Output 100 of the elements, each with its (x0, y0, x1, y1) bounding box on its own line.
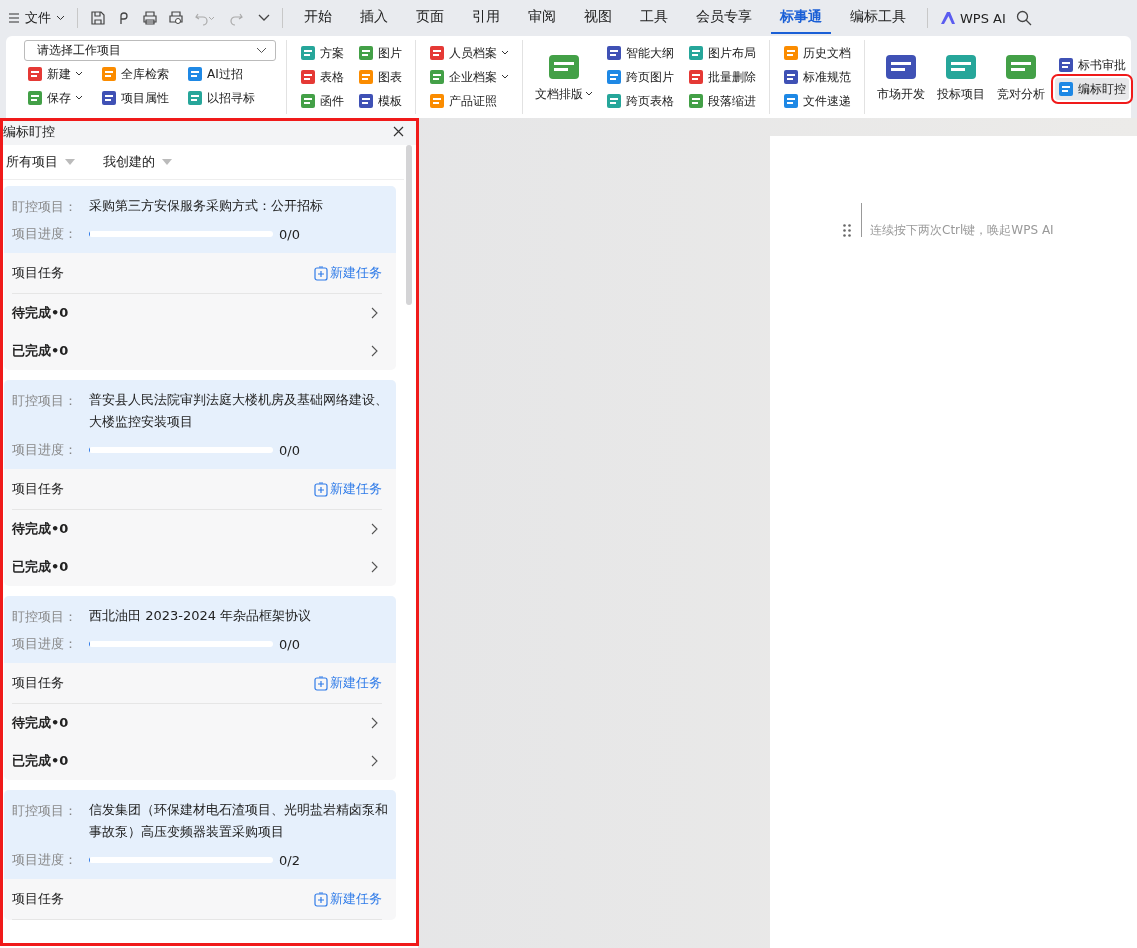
ribbon-button[interactable]: 市场开发 (875, 49, 927, 105)
ribbon-tab[interactable]: 开始 (295, 2, 341, 34)
field-label: 项目进度： (12, 635, 78, 653)
chevron-icon (371, 307, 378, 319)
menu-icon (8, 12, 20, 24)
ribbon-button[interactable]: 跨页表格 (603, 90, 677, 112)
file-menu[interactable]: 文件 (8, 9, 65, 27)
drag-handle-icon[interactable] (843, 223, 851, 237)
tool-icon (429, 69, 445, 85)
tool-icon (606, 93, 622, 109)
ribbon-button[interactable]: 新建 (24, 63, 86, 85)
tool-icon (429, 45, 445, 61)
plus-icon (314, 891, 328, 907)
ribbon-button[interactable]: 以招寻标 (184, 87, 258, 109)
status-row[interactable]: 待完成•0 (12, 294, 382, 332)
status-label: 待完成•0 (12, 714, 69, 732)
ribbon-button[interactable]: 图表 (355, 66, 405, 88)
ribbon-button[interactable]: 产品证照 (426, 90, 512, 112)
ribbon-button[interactable]: AI过招 (184, 63, 258, 85)
caret-icon (75, 71, 83, 77)
new-task-link[interactable]: 新建任务 (314, 674, 382, 692)
ribbon-button[interactable]: 智能大纲 (603, 42, 677, 64)
status-row[interactable]: 已完成•0 (12, 742, 382, 780)
tool-icon (300, 45, 316, 61)
status-row[interactable]: 待完成•0 (12, 704, 382, 742)
ribbon-button[interactable]: 人员档案 (426, 42, 512, 64)
tool-icon (1058, 57, 1074, 73)
tool-icon (27, 90, 43, 106)
ribbon-tab[interactable]: 工具 (631, 2, 677, 34)
status-row[interactable]: 已完成•0 (12, 548, 382, 586)
progress-count: 0/0 (279, 226, 300, 242)
ribbon-button[interactable]: 文件速递 (780, 90, 854, 112)
ribbon-button[interactable]: 表格 (297, 66, 347, 88)
ribbon-button[interactable]: 方案 (297, 42, 347, 64)
ribbon-tab[interactable]: 编标工具 (841, 2, 915, 34)
tool-icon (783, 93, 799, 109)
search-icon[interactable] (1015, 10, 1032, 26)
ribbon-button[interactable]: 段落缩进 (685, 90, 759, 112)
tool-icon (101, 66, 117, 82)
new-task-link[interactable]: 新建任务 (314, 264, 382, 282)
tool-icon (300, 69, 316, 85)
caret-icon[interactable] (258, 14, 270, 22)
ribbon-button[interactable]: 图片 (355, 42, 405, 64)
print-preview-icon[interactable] (168, 10, 184, 26)
tool-icon (358, 69, 374, 85)
ribbon-tab[interactable]: 视图 (575, 2, 621, 34)
ribbon-button[interactable]: 标准规范 (780, 66, 854, 88)
close-icon[interactable] (393, 126, 404, 137)
caret-icon (65, 159, 75, 165)
tool-icon (1058, 81, 1074, 97)
field-label: 盯控项目： (12, 802, 78, 820)
ribbon-tab[interactable]: 引用 (463, 2, 509, 34)
chevron-icon (371, 561, 378, 573)
status-row[interactable]: 已完成•0 (12, 332, 382, 370)
new-task-link[interactable]: 新建任务 (314, 480, 382, 498)
ribbon-tab[interactable]: 插入 (351, 2, 397, 34)
ribbon-button[interactable]: 全库检索 (98, 63, 172, 85)
caret-icon (75, 95, 83, 101)
ribbon-button[interactable]: 跨页图片 (603, 66, 677, 88)
caret-icon (501, 50, 509, 56)
tool-icon (358, 45, 374, 61)
status-row[interactable]: 待完成•0 (12, 510, 382, 548)
tool-icon (429, 93, 445, 109)
project-select[interactable]: 请选择工作项目 (24, 40, 276, 61)
ribbon-button[interactable]: 竞对分析 (995, 49, 1047, 105)
ribbon-button[interactable]: 函件 (297, 90, 347, 112)
caret-icon (501, 74, 509, 80)
ribbon-button[interactable]: 企业档案 (426, 66, 512, 88)
ribbon-button[interactable]: 模板 (355, 90, 405, 112)
field-label: 项目进度： (12, 851, 78, 869)
ribbon-button[interactable]: 项目属性 (98, 87, 172, 109)
project-name: 西北油田 2023-2024 年杂品框架协议 (89, 607, 312, 625)
chevron-icon (371, 523, 378, 535)
scrollbar[interactable] (406, 145, 412, 305)
print-icon[interactable] (142, 10, 158, 26)
tool-icon (688, 93, 704, 109)
caret-icon (256, 47, 267, 54)
ai-hint: 连续按下两次Ctrl键，唤起WPS AI (870, 221, 1054, 239)
ribbon-button[interactable]: 历史文档 (780, 42, 854, 64)
filter-dropdown[interactable]: 我创建的 (103, 153, 172, 171)
ribbon-tab[interactable]: 会员专享 (687, 2, 761, 34)
status-label: 已完成•0 (12, 558, 69, 576)
wps-ai-button[interactable]: WPS AI (940, 10, 1006, 26)
field-label: 盯控项目： (12, 392, 78, 410)
plus-icon (314, 481, 328, 497)
ribbon-button[interactable]: 批量删除 (685, 66, 759, 88)
ribbon-button[interactable]: 图片布局 (685, 42, 759, 64)
filter-dropdown[interactable]: 所有项目 (6, 153, 75, 171)
ribbon-button[interactable]: 投标项目 (935, 49, 987, 105)
ribbon-tab[interactable]: 页面 (407, 2, 453, 34)
field-label: 盯控项目： (12, 198, 78, 216)
new-task-link[interactable]: 新建任务 (314, 890, 382, 908)
text-cursor (861, 203, 862, 237)
status-label: 已完成•0 (12, 342, 69, 360)
ribbon-button[interactable]: 文档排版 (533, 49, 595, 105)
ribbon-tab[interactable]: 审阅 (519, 2, 565, 34)
ribbon-tab[interactable]: 标事通 (771, 2, 831, 34)
tool-icon (688, 45, 704, 61)
ribbon-button[interactable]: 保存 (24, 87, 86, 109)
save-icon[interactable] (90, 10, 106, 26)
